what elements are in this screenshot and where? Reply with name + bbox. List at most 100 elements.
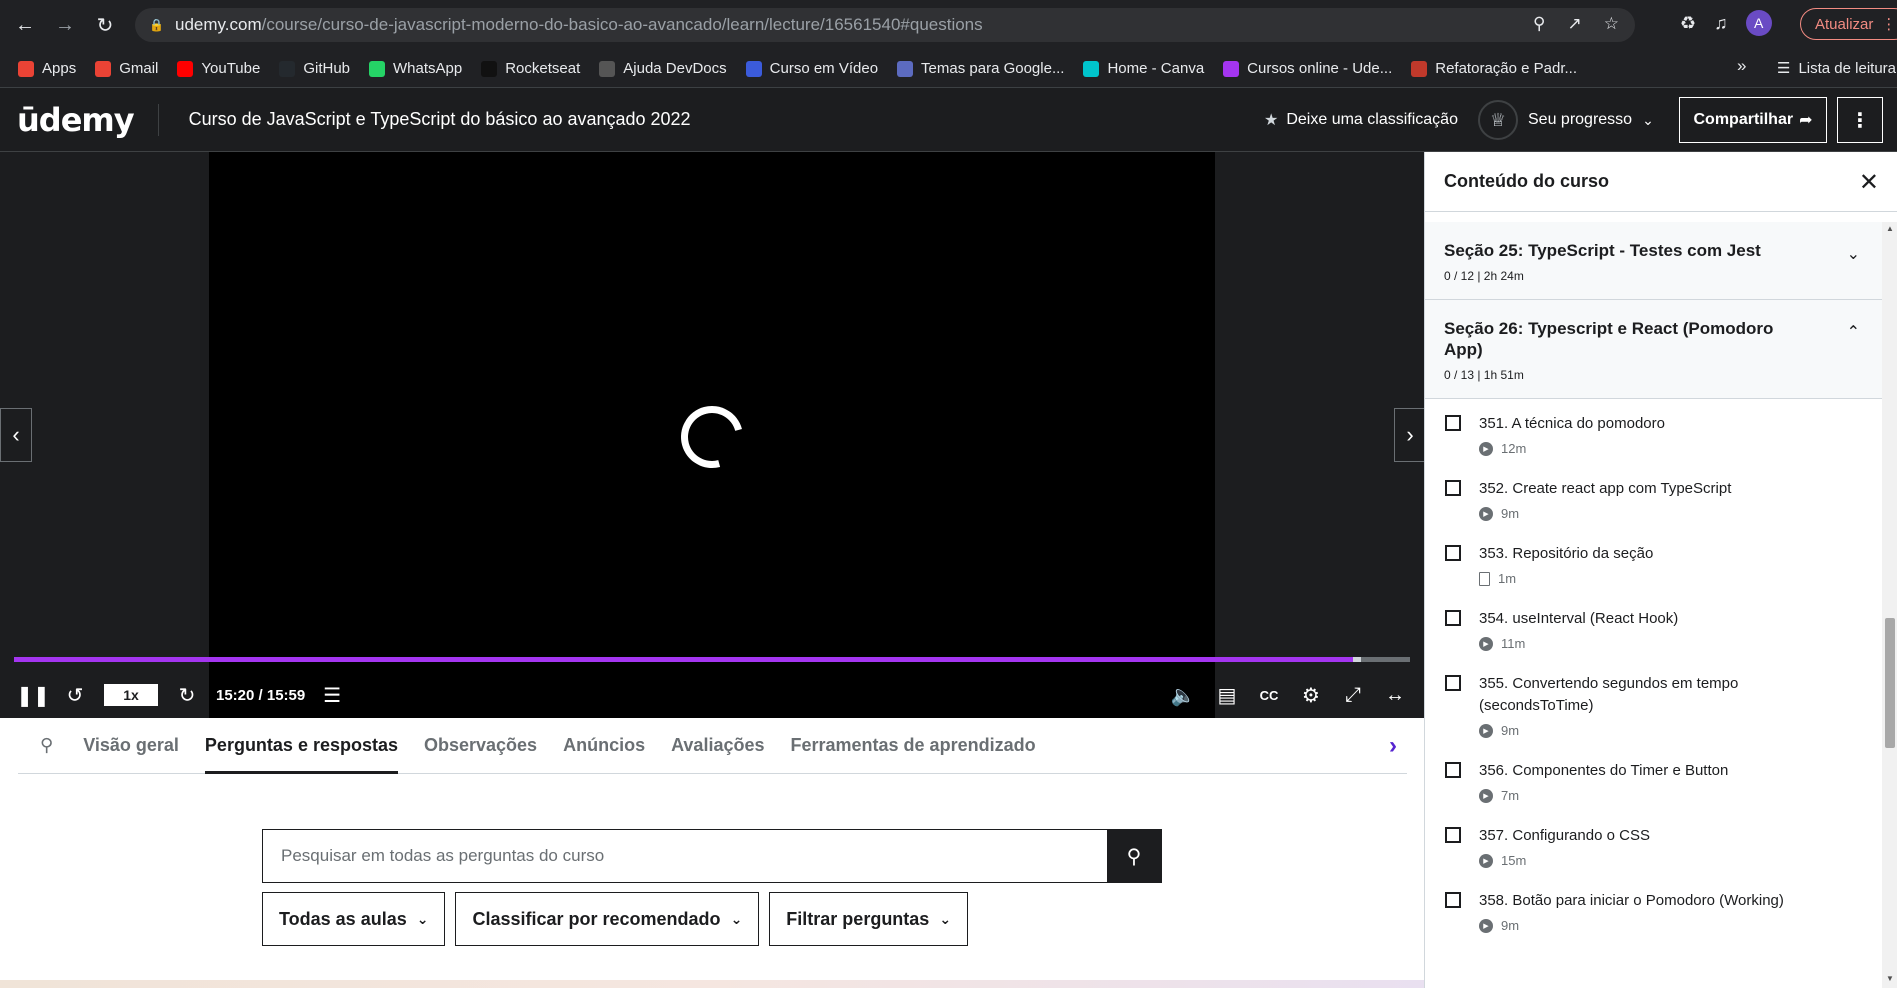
- lesson-title: 351. A técnica do pomodoro: [1479, 415, 1665, 432]
- bookmark-item[interactable]: Gmail: [95, 60, 158, 77]
- search-button[interactable]: ⚲: [1107, 830, 1161, 882]
- bookmarks-overflow-button[interactable]: »: [1737, 56, 1746, 76]
- expand-width-icon[interactable]: ↔: [1382, 684, 1408, 707]
- lesson-checkbox[interactable]: [1445, 415, 1461, 431]
- transcript-icon[interactable]: ▤: [1214, 683, 1240, 708]
- reload-icon[interactable]: ↻: [90, 10, 120, 40]
- reading-list-button[interactable]: ☰ Lista de leitura: [1777, 59, 1896, 78]
- section-title: Seção 25: TypeScript - Testes com Jest: [1444, 241, 1761, 260]
- bookmarks-bar: Apps Gmail YouTube GitHub WhatsApp Rocketseat…: [0, 50, 1897, 88]
- extensions-puzzle-icon[interactable]: ♻: [1680, 13, 1696, 34]
- next-lecture-arrow-icon[interactable]: ›: [1394, 408, 1426, 462]
- bookmark-item[interactable]: Cursos online - Ude...: [1223, 60, 1392, 77]
- lesson-checkbox[interactable]: [1445, 762, 1461, 778]
- course-title[interactable]: Curso de JavaScript e TypeScript do bási…: [189, 109, 691, 130]
- cursoemvideo-icon: [745, 60, 762, 77]
- media-control-icon[interactable]: ♫: [1714, 13, 1728, 34]
- tab-perguntas-e-respostas[interactable]: Perguntas e respostas: [204, 718, 398, 774]
- chevron-right-icon[interactable]: ›: [1389, 732, 1397, 760]
- bookmark-label: Rocketseat: [505, 60, 581, 77]
- forward-arrow-icon[interactable]: →: [50, 10, 80, 40]
- scroll-down-arrow-icon[interactable]: ▼: [1886, 974, 1894, 983]
- rocketseat-icon: [481, 60, 498, 77]
- search-icon[interactable]: ⚲: [40, 735, 53, 756]
- add-note-icon[interactable]: ☰: [319, 683, 345, 708]
- share-arrow-icon: ➦: [1799, 112, 1813, 129]
- lesson-checkbox[interactable]: [1445, 480, 1461, 496]
- zoom-icon[interactable]: ⚲: [1533, 14, 1545, 34]
- lesson-item[interactable]: 358. Botão para iniciar o Pomodoro (Work…: [1425, 880, 1882, 933]
- bookmark-item[interactable]: Home - Canva: [1083, 60, 1204, 77]
- scrollbar-thumb[interactable]: [1885, 618, 1895, 748]
- udemy-logo[interactable]: ūdemy: [17, 101, 135, 139]
- rewind-icon[interactable]: ↺: [62, 683, 88, 708]
- progress-dropdown[interactable]: ♕ Seu progresso ⌄: [1478, 100, 1654, 140]
- lesson-checkbox[interactable]: [1445, 892, 1461, 908]
- course-section[interactable]: Seção 25: TypeScript - Testes com Jest 0 …: [1425, 222, 1882, 300]
- bookmark-item[interactable]: Apps: [18, 60, 76, 77]
- address-bar[interactable]: 🔒 udemy.com/course/curso-de-javascript-m…: [135, 8, 1635, 42]
- bookmark-item[interactable]: YouTube: [177, 60, 260, 77]
- lesson-item[interactable]: 355. Convertendo segundos em tempo (seco…: [1425, 663, 1882, 738]
- themes-icon: [897, 60, 914, 77]
- youtube-icon: [177, 60, 194, 77]
- previous-lecture-arrow-icon[interactable]: ‹: [0, 408, 32, 462]
- sidebar-scrollbar[interactable]: ▲ ▼: [1882, 222, 1897, 988]
- close-icon[interactable]: ✕: [1859, 168, 1879, 197]
- filter-dropdown[interactable]: Classificar por recomendado ⌄: [455, 892, 760, 946]
- chevron-down-icon: ⌄: [730, 910, 743, 927]
- lesson-item[interactable]: 357. Configurando o CSS ▶ 15m: [1425, 815, 1882, 868]
- more-options-button[interactable]: ⋮: [1837, 97, 1883, 143]
- bookmark-label: YouTube: [201, 60, 261, 77]
- lesson-duration: 15m: [1501, 853, 1527, 868]
- lesson-item[interactable]: 353. Repositório da seção 1m: [1425, 533, 1882, 586]
- question-search-input[interactable]: [263, 830, 1107, 882]
- pause-icon[interactable]: ❚❚: [16, 683, 50, 708]
- filter-dropdown[interactable]: Filtrar perguntas ⌄: [769, 892, 969, 946]
- bookmark-item[interactable]: Ajuda DevDocs: [599, 60, 727, 77]
- bookmark-item[interactable]: Rocketseat: [481, 60, 580, 77]
- bookmark-item[interactable]: Refatoração e Padr...: [1411, 60, 1577, 77]
- tab-avalia-es[interactable]: Avaliações: [671, 718, 764, 774]
- playback-rate-button[interactable]: 1x: [104, 684, 158, 706]
- lesson-checkbox[interactable]: [1445, 827, 1461, 843]
- tab-vis-o-geral[interactable]: Visão geral: [83, 718, 179, 774]
- lesson-item[interactable]: 351. A técnica do pomodoro ▶ 12m: [1425, 403, 1882, 456]
- bookmark-star-icon[interactable]: ☆: [1604, 14, 1619, 34]
- lesson-checkbox[interactable]: [1445, 675, 1461, 691]
- captions-icon[interactable]: CC: [1256, 688, 1282, 703]
- course-section[interactable]: Seção 26: Typescript e React (Pomodoro A…: [1425, 300, 1882, 399]
- apps-grid-icon: [18, 60, 34, 77]
- bookmark-item[interactable]: WhatsApp: [369, 60, 462, 77]
- fullscreen-icon[interactable]: ⤢: [1340, 684, 1366, 707]
- lesson-item[interactable]: 354. useInterval (React Hook) ▶ 11m: [1425, 598, 1882, 651]
- lesson-checkbox[interactable]: [1445, 610, 1461, 626]
- share-button[interactable]: Compartilhar ➦: [1679, 97, 1827, 143]
- volume-icon[interactable]: 🔈: [1170, 683, 1196, 708]
- bookmark-item[interactable]: Curso em Vídeo: [745, 60, 878, 77]
- share-page-icon[interactable]: ↗: [1568, 14, 1582, 34]
- scroll-up-arrow-icon[interactable]: ▲: [1886, 224, 1894, 233]
- leave-rating-link[interactable]: ★ Deixe uma classificação: [1264, 110, 1458, 130]
- filter-label: Classificar por recomendado: [472, 908, 721, 929]
- settings-gear-icon[interactable]: ⚙: [1298, 683, 1324, 708]
- lesson-item[interactable]: 352. Create react app com TypeScript ▶ 9m: [1425, 468, 1882, 521]
- tab-ferramentas-de-aprendizado[interactable]: Ferramentas de aprendizado: [791, 718, 1036, 774]
- video-frame[interactable]: [209, 152, 1215, 718]
- tab-observa-es[interactable]: Observações: [424, 718, 537, 774]
- share-label: Compartilhar: [1693, 111, 1794, 128]
- chevron-down-icon: ⌄: [1846, 246, 1860, 263]
- forward-icon[interactable]: ↻: [174, 683, 200, 708]
- bookmark-item[interactable]: GitHub: [279, 60, 350, 77]
- back-arrow-icon[interactable]: ←: [10, 10, 40, 40]
- lesson-meta: ▶ 11m: [1479, 636, 1863, 651]
- bookmark-item[interactable]: Temas para Google...: [897, 60, 1064, 77]
- filter-dropdown[interactable]: Todas as aulas ⌄: [262, 892, 446, 946]
- tab-an-ncios[interactable]: Anúncios: [563, 718, 645, 774]
- lesson-checkbox[interactable]: [1445, 545, 1461, 561]
- profile-avatar[interactable]: A: [1745, 10, 1772, 36]
- lesson-meta: ▶ 9m: [1479, 506, 1863, 521]
- update-button[interactable]: Atualizar ⋮: [1800, 8, 1897, 40]
- progress-bar[interactable]: [14, 657, 1410, 662]
- lesson-item[interactable]: 356. Componentes do Timer e Button ▶ 7m: [1425, 750, 1882, 803]
